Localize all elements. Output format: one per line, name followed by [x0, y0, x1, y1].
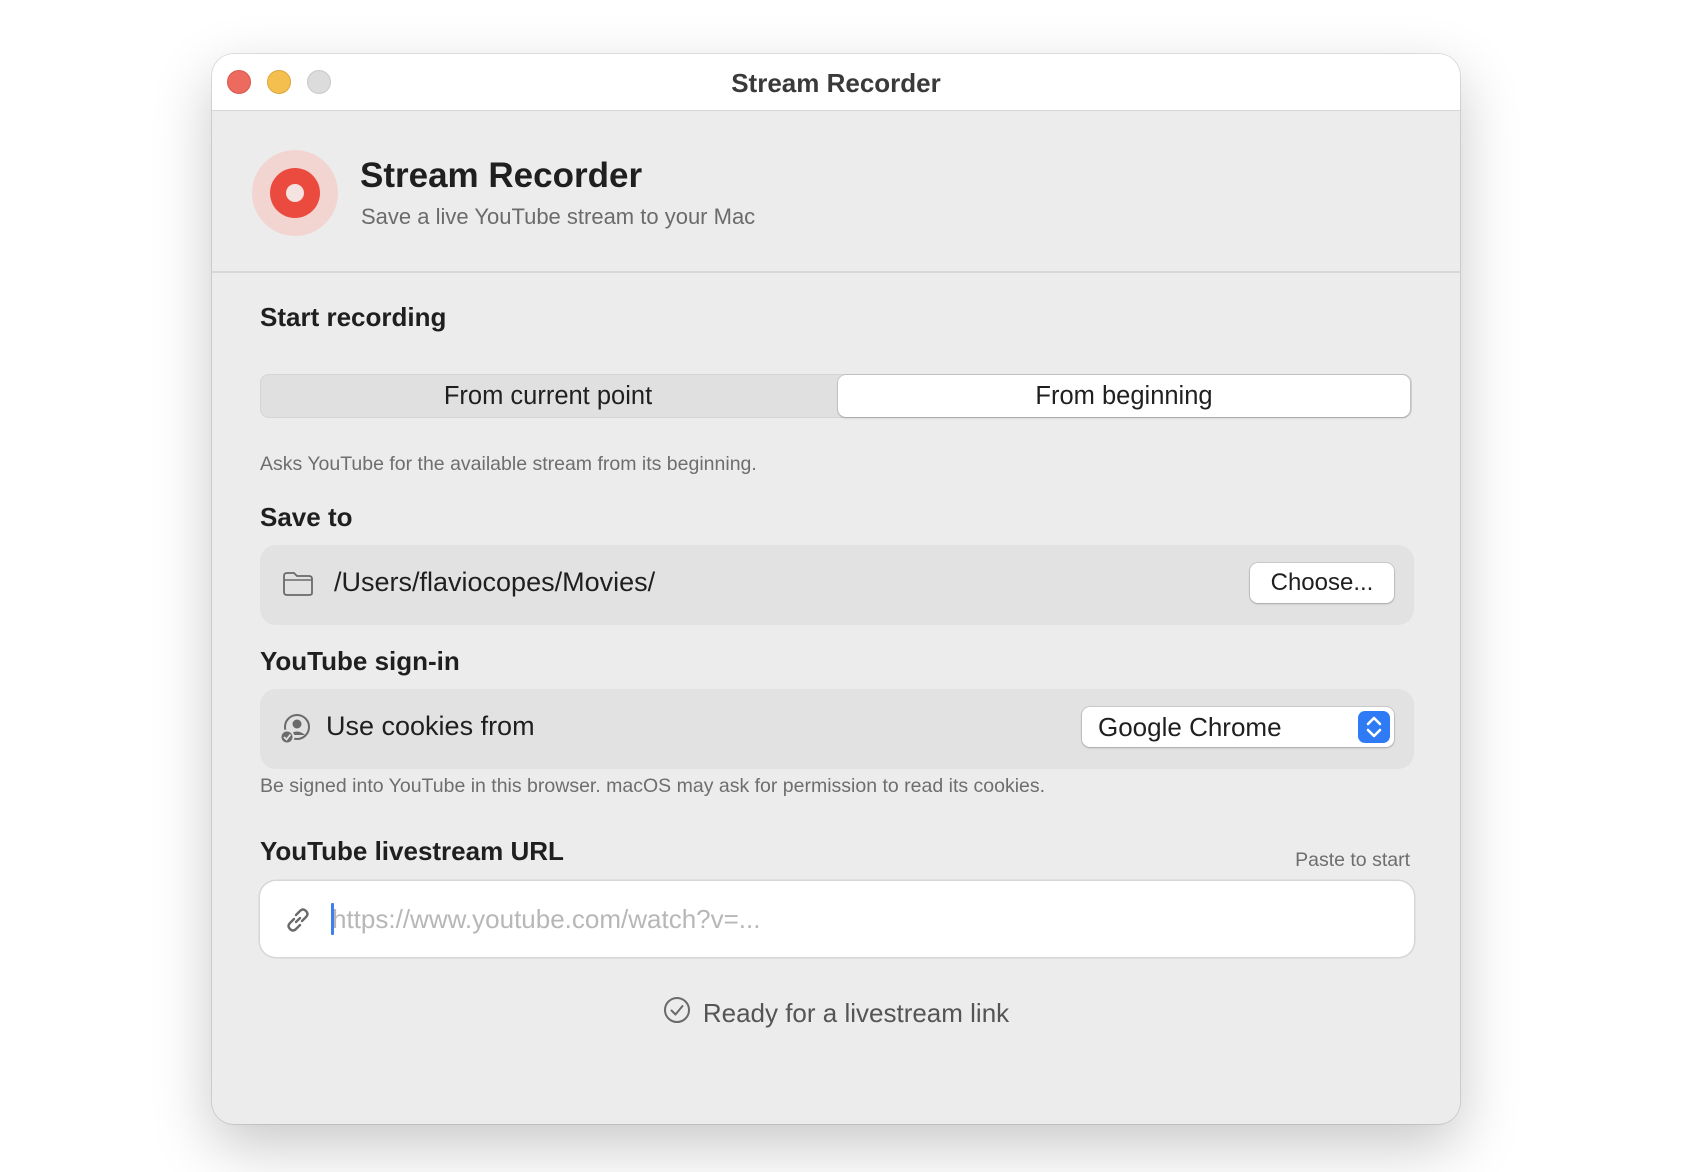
app-window: Stream Recorder Stream Recorder Save a l…	[212, 54, 1460, 1124]
app-name: Stream Recorder	[360, 156, 643, 195]
save-path: /Users/flaviocopes/Movies/	[334, 567, 656, 597]
browser-popup-value: Google Chrome	[1098, 712, 1282, 742]
link-icon	[282, 904, 314, 941]
choose-folder-button[interactable]: Choose...	[1250, 563, 1394, 603]
livestream-url-field[interactable]	[260, 881, 1414, 957]
status-line: Ready for a livestream link	[212, 996, 1460, 1031]
paste-hint: Paste to start	[1295, 849, 1410, 871]
segment-from-current-point[interactable]: From current point	[260, 374, 836, 418]
app-subtitle: Save a live YouTube stream to your Mac	[361, 204, 756, 229]
segment-from-beginning[interactable]: From beginning	[838, 375, 1410, 417]
checkmark-circle-icon	[663, 996, 691, 1031]
youtube-signin-help: Be signed into YouTube in this browser. …	[260, 775, 1046, 797]
start-recording-help: Asks YouTube for the available stream fr…	[260, 453, 757, 475]
title-bar: Stream Recorder	[212, 54, 1460, 111]
window-title: Stream Recorder	[731, 68, 941, 98]
youtube-signin-label: YouTube sign-in	[260, 646, 460, 676]
person-circle-icon	[278, 711, 314, 752]
save-to-label: Save to	[260, 502, 353, 532]
start-recording-segmented-control: From current point From beginning	[260, 374, 1412, 418]
text-caret	[331, 903, 334, 935]
status-text: Ready for a livestream link	[702, 998, 1010, 1028]
livestream-url-input[interactable]	[332, 895, 1392, 943]
record-icon	[252, 150, 338, 236]
livestream-url-label: YouTube livestream URL	[260, 836, 564, 866]
browser-popup-button[interactable]: Google Chrome	[1082, 707, 1394, 747]
use-cookies-label: Use cookies from	[326, 711, 535, 741]
start-recording-label: Start recording	[260, 302, 447, 332]
up-down-chevron-icon	[1358, 711, 1390, 743]
save-to-card: /Users/flaviocopes/Movies/ Choose...	[260, 545, 1414, 625]
folder-icon	[282, 571, 314, 602]
youtube-signin-card: Use cookies from Google Chrome	[260, 689, 1414, 769]
